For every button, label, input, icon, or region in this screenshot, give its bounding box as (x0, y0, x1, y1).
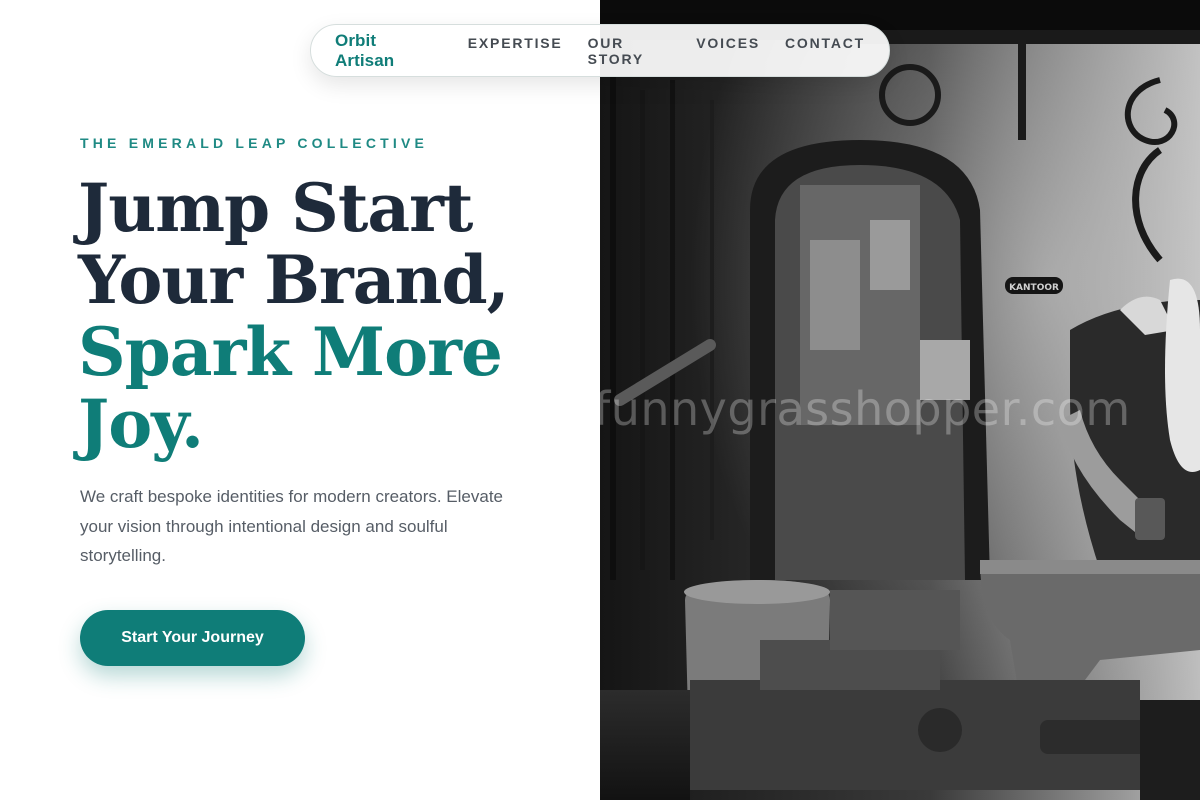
hero-photo: KANTOOR funnygrasshopper.com (600, 0, 1200, 800)
headline-accent-line-2: Joy. (78, 385, 204, 463)
headline-line-1: Jump Start (78, 169, 473, 247)
hero-headline: Jump Start Your Brand, Spark More Joy. (78, 172, 598, 460)
nav-link-contact[interactable]: CONTACT (785, 35, 865, 67)
headline-line-2: Your Brand, (78, 241, 510, 319)
top-nav: Orbit Artisan EXPERTISE OUR STORY VOICES… (310, 24, 890, 77)
hero-eyebrow: THE EMERALD LEAP COLLECTIVE (80, 135, 429, 151)
nav-link-our-story[interactable]: OUR STORY (588, 35, 672, 67)
brand-logo-link[interactable]: Orbit Artisan (335, 31, 436, 71)
nav-link-voices[interactable]: VOICES (696, 35, 760, 67)
nav-link-expertise[interactable]: EXPERTISE (468, 35, 563, 67)
nav-links: EXPERTISE OUR STORY VOICES CONTACT (468, 35, 865, 67)
headline-accent-line-1: Spark More (78, 313, 503, 391)
kantoor-sign: KANTOOR (1009, 283, 1059, 293)
hero-description: We craft bespoke identities for modern c… (80, 487, 503, 565)
photo-watermark: funnygrasshopper.com (600, 382, 1131, 436)
start-journey-button[interactable]: Start Your Journey (80, 610, 305, 666)
